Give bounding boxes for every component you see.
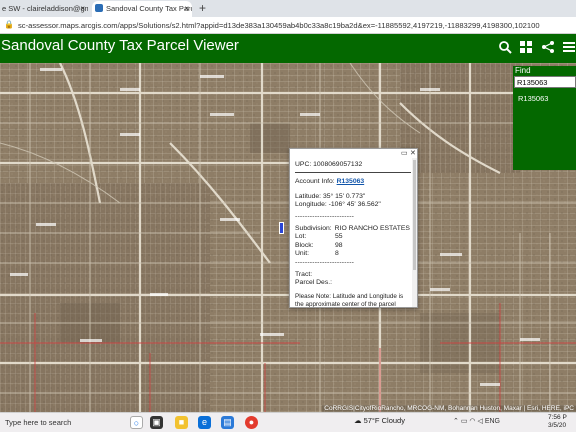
unit-value: 8 (335, 250, 339, 258)
popup-divider (295, 172, 411, 174)
dash-divider: ------------------------ (295, 258, 355, 266)
tab-label: e SW - claireladdison@gm (2, 4, 88, 13)
search-input[interactable]: Type here to search (5, 418, 71, 427)
page-title: Sandoval County Tax Parcel Viewer (1, 37, 239, 54)
maximize-icon[interactable]: ▭ (401, 149, 408, 158)
account-label: Account Info: (295, 178, 335, 186)
close-icon[interactable]: × (80, 1, 85, 17)
address-bar[interactable]: 🔒 sc-assessor.maps.arcgis.com/apps/Solut… (0, 17, 576, 34)
popup-scrollbar[interactable] (412, 158, 417, 307)
find-result-item[interactable]: R135063 (518, 94, 548, 103)
tract-label: Tract: (295, 271, 313, 279)
scrollbar-thumb[interactable] (413, 160, 416, 270)
parcel-info-popup: ▭ ✕ UPC: 1008069057132 Account Info: R13… (289, 148, 418, 308)
lock-icon[interactable]: 🔒 (4, 20, 14, 29)
windows-taskbar: Type here to search ○ ▣ ■ e ▤ ● ☁ 57°F C… (0, 412, 576, 432)
lot-label: Lot: (295, 233, 307, 241)
weather-temp: 57°F (363, 416, 380, 425)
share-icon[interactable] (540, 40, 556, 56)
browser-tab-email[interactable]: e SW - claireladdison@gm × (2, 1, 88, 17)
block-label: Block: (295, 241, 314, 249)
map-attribution[interactable]: CoRRGIS|CityofRioRancho, MRCOG-NM, Bohan… (322, 405, 576, 412)
file-explorer-icon[interactable]: ■ (175, 416, 188, 429)
language-indicator[interactable]: ENG (485, 418, 500, 425)
volume-icon[interactable]: ◁ (477, 418, 482, 425)
parcel-des-label: Parcel Des.: (295, 279, 333, 287)
latitude-text: Latitude: 35° 15' 0.773" (295, 192, 366, 200)
url-text[interactable]: sc-assessor.maps.arcgis.com/apps/Solutio… (18, 17, 568, 34)
edge-icon[interactable]: e (198, 416, 211, 429)
clock-date: 3/5/20 (548, 422, 567, 429)
tab-label: Sandoval County Tax Parcel View (106, 4, 192, 13)
popup-content: UPC: 1008069057132 Account Info: R135063… (295, 161, 411, 308)
subdivision-value: RIO RANCHO ESTATES (334, 225, 410, 233)
close-icon[interactable]: × (184, 1, 189, 17)
block-value: 98 (335, 241, 343, 249)
browser-tab-strip: e SW - claireladdison@gm × Sandoval Coun… (0, 0, 576, 17)
cortana-icon[interactable]: ○ (130, 416, 143, 429)
chevron-up-icon[interactable]: ⌃ (453, 418, 459, 425)
find-panel: Find R135063 (513, 66, 576, 170)
map-canvas[interactable] (0, 63, 576, 412)
clock-time: 7:56 P (548, 414, 567, 421)
selected-parcel-marker[interactable] (279, 222, 284, 234)
parcel-map[interactable]: CoRRGIS|CityofRioRancho, MRCOG-NM, Bohan… (0, 63, 576, 412)
site-favicon-icon (95, 4, 103, 12)
taskbar-search[interactable]: Type here to search (0, 415, 110, 431)
dash-divider: ------------------------ (295, 212, 355, 220)
find-label: Find (515, 66, 531, 75)
subdivision-label: Subdivision: (295, 225, 332, 233)
task-view-icon[interactable]: ▣ (150, 416, 163, 429)
battery-icon[interactable]: ▭ (461, 418, 468, 425)
search-icon[interactable] (497, 40, 513, 56)
weather-widget[interactable]: ☁ 57°F Cloudy (354, 416, 405, 425)
weather-text: Cloudy (381, 416, 405, 425)
lot-value: 55 (335, 233, 343, 241)
unit-label: Unit: (295, 250, 309, 258)
store-icon[interactable]: ▤ (221, 416, 234, 429)
new-tab-button[interactable]: + (199, 0, 206, 16)
system-tray[interactable]: ⌃ ▭ ◠ ◁ ENG (453, 417, 500, 425)
screen: e SW - claireladdison@gm × Sandoval Coun… (0, 0, 576, 432)
longitude-text: Longitude: -106° 45' 36.562" (295, 201, 381, 209)
location-note: Please Note: Latitude and Longitude is t… (295, 292, 404, 308)
cloud-icon: ☁ (354, 416, 362, 425)
menu-icon[interactable] (561, 40, 576, 56)
wifi-icon[interactable]: ◠ (469, 418, 475, 425)
app-header: Sandoval County Tax Parcel Viewer (0, 34, 576, 63)
chrome-icon[interactable]: ● (245, 416, 258, 429)
browser-tab-parcel-viewer[interactable]: Sandoval County Tax Parcel View × (92, 1, 192, 17)
basemap-grid-icon[interactable] (518, 40, 534, 56)
account-link[interactable]: R135063 (337, 178, 365, 185)
find-input[interactable] (514, 76, 576, 88)
popup-titlebar: ▭ ✕ (290, 149, 417, 158)
close-icon[interactable]: ✕ (410, 149, 416, 158)
clock[interactable]: 7:56 P 3/5/20 (548, 414, 567, 430)
upc-text: UPC: 1008069057132 (295, 161, 363, 168)
